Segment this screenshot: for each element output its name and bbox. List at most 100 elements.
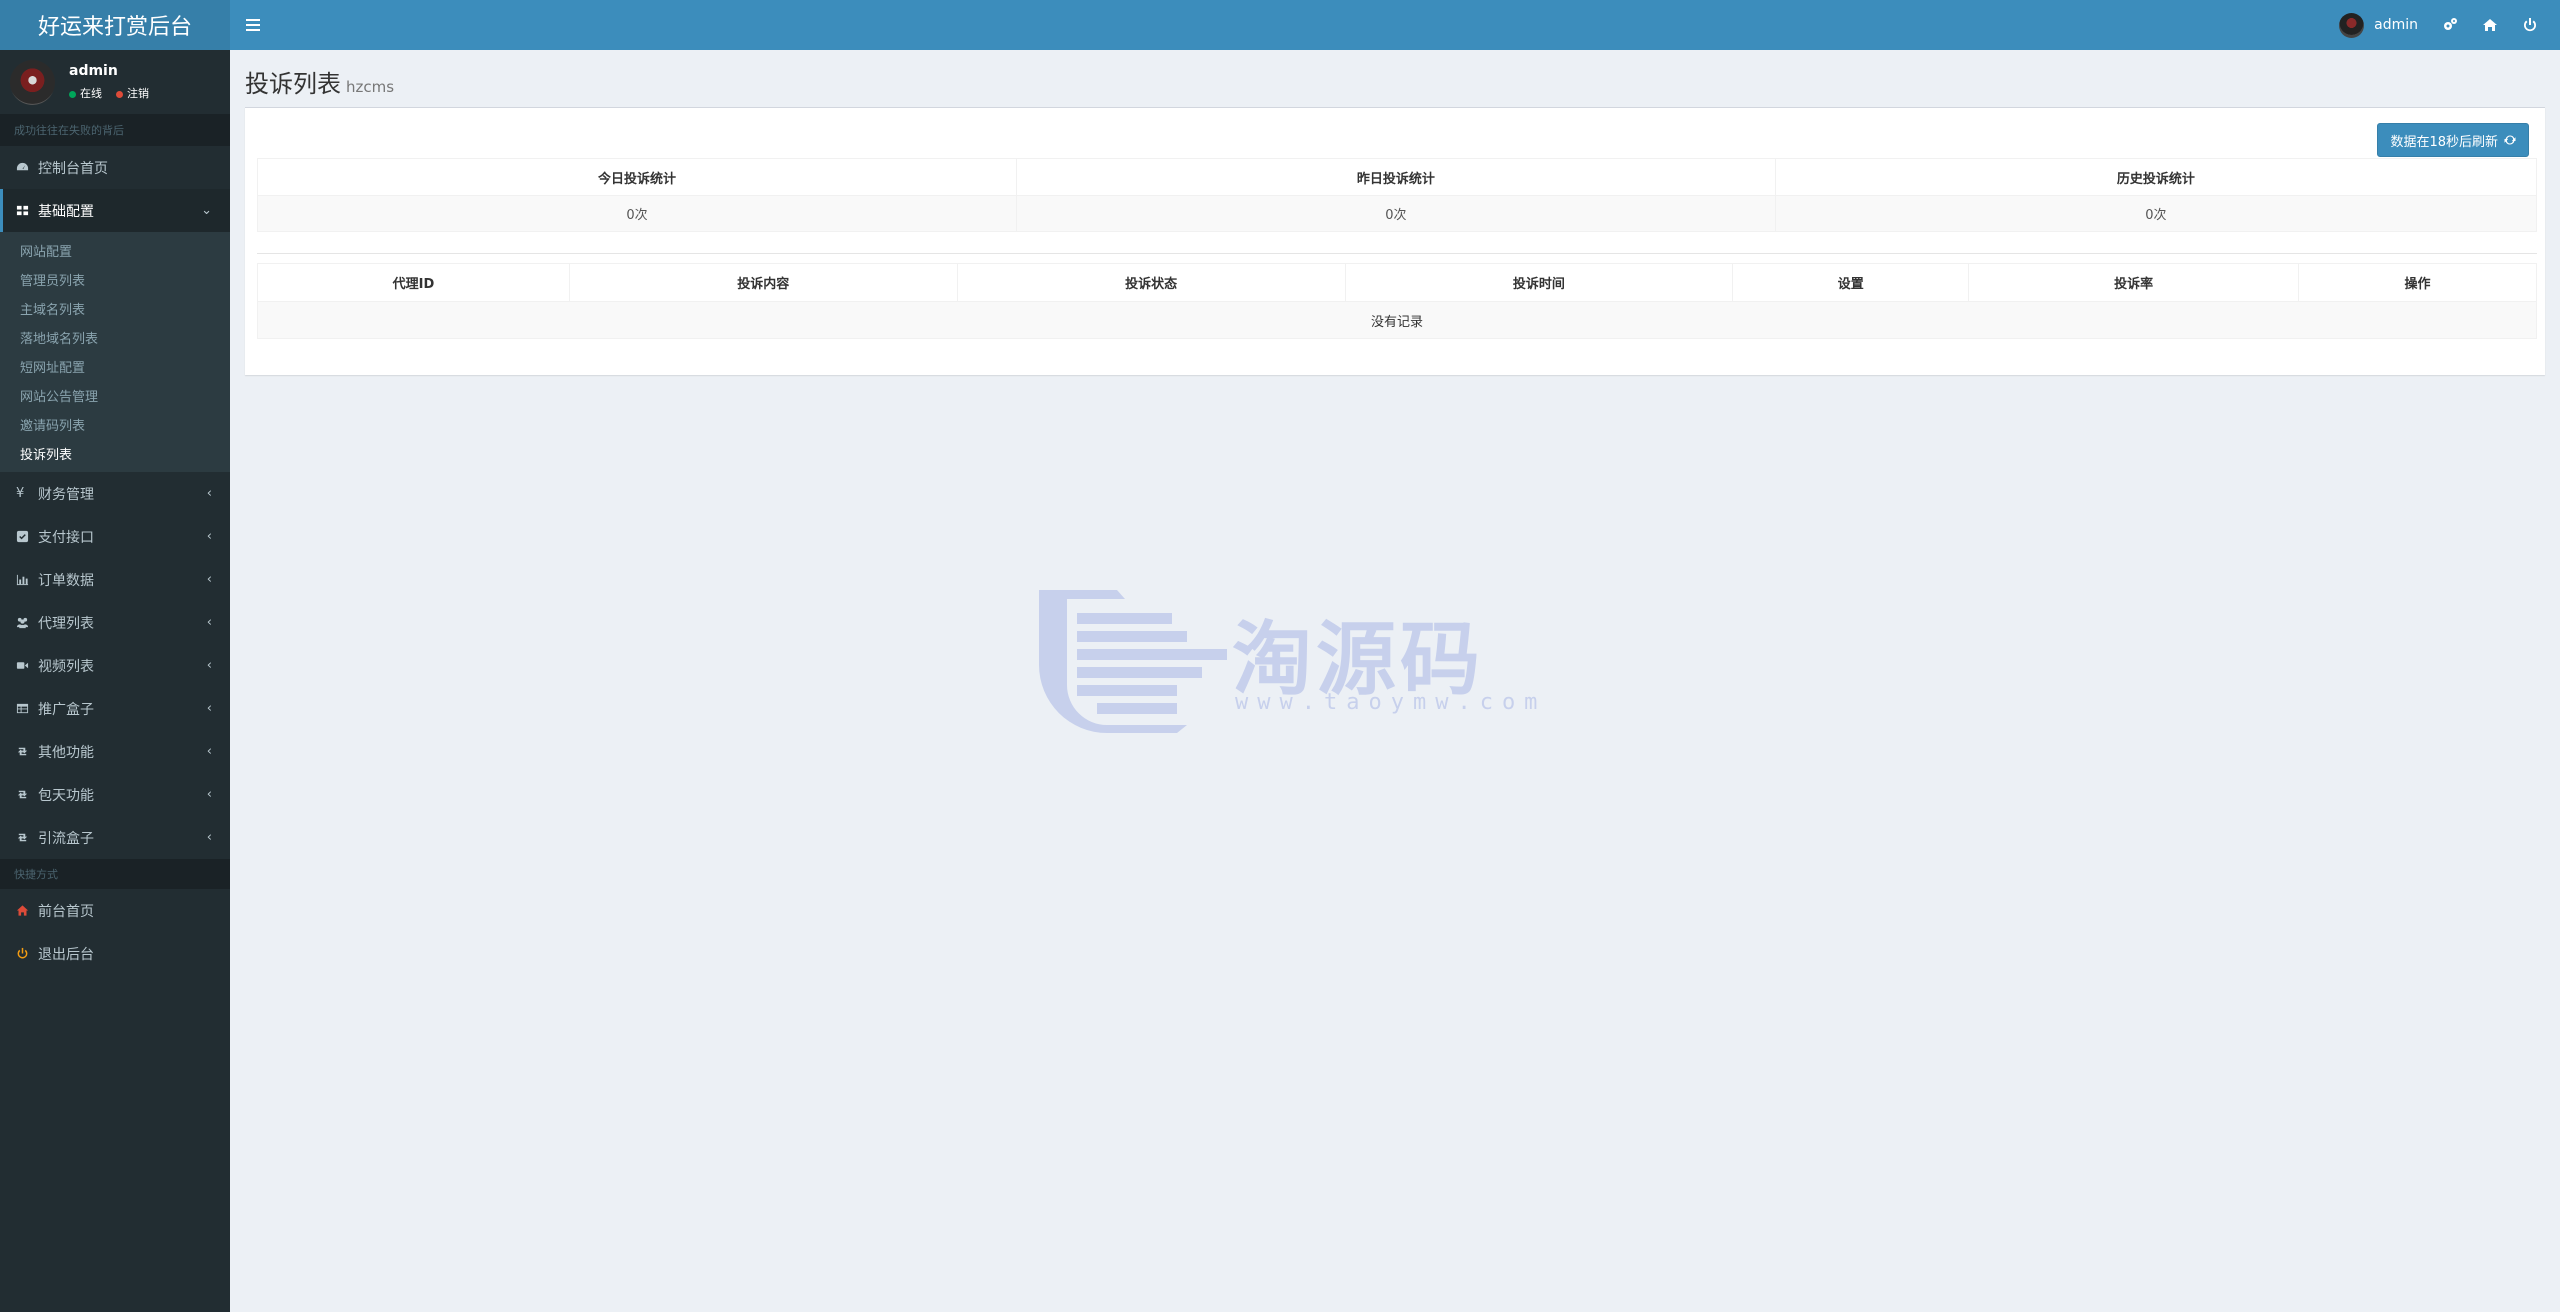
power-icon[interactable] bbox=[2510, 0, 2550, 50]
submenu-item-landing-domain[interactable]: 落地域名列表 bbox=[0, 323, 230, 352]
chevron-left-icon: ‹ bbox=[206, 701, 212, 716]
logout-label: 注销 bbox=[127, 87, 149, 100]
stats-table: 今日投诉统计 昨日投诉统计 历史投诉统计 0次 0次 0次 bbox=[257, 158, 2538, 232]
sidebar-item-logout[interactable]: 退出后台 bbox=[0, 932, 230, 975]
table-icon bbox=[16, 702, 30, 715]
chevron-left-icon: ‹ bbox=[206, 658, 212, 673]
stats-value-history: 0次 bbox=[1774, 195, 2538, 232]
chevron-left-icon: ‹ bbox=[206, 486, 212, 501]
dashboard-icon bbox=[16, 161, 30, 174]
column-header-status[interactable]: 投诉状态 bbox=[956, 263, 1346, 302]
sidebar-item-frontend-home[interactable]: 前台首页 bbox=[0, 889, 230, 932]
navbar: admin bbox=[230, 0, 2560, 50]
watermark-logo-icon bbox=[1039, 590, 1227, 733]
sidebar-item-label: 基础配置 bbox=[38, 203, 94, 220]
chevron-left-icon: ‹ bbox=[206, 830, 212, 845]
avatar bbox=[10, 59, 55, 105]
sidebar-motto: 成功往往在失败的背后 bbox=[0, 114, 230, 146]
sidebar-item-orders[interactable]: 订单数据 ‹ bbox=[0, 558, 230, 601]
chevron-left-icon: ‹ bbox=[206, 744, 212, 759]
chevron-left-icon: ‹ bbox=[206, 787, 212, 802]
stats-header-today: 今日投诉统计 bbox=[257, 158, 1017, 196]
empty-table-message: 没有记录 bbox=[257, 301, 2537, 339]
submenu-item-complaints[interactable]: 投诉列表 bbox=[0, 439, 230, 468]
sidebar-item-traffic-box[interactable]: 引流盒子 ‹ bbox=[0, 816, 230, 859]
submenu-item-admin-list[interactable]: 管理员列表 bbox=[0, 265, 230, 294]
payment-icon bbox=[16, 530, 30, 543]
user-menu-name: admin bbox=[2374, 17, 2418, 33]
sidebar-item-videos[interactable]: 视频列表 ‹ bbox=[0, 644, 230, 687]
submenu-item-main-domain[interactable]: 主域名列表 bbox=[0, 294, 230, 323]
chevron-left-icon: ‹ bbox=[206, 615, 212, 630]
divider bbox=[257, 253, 2537, 254]
sidebar-item-label: 推广盒子 bbox=[38, 701, 94, 718]
logout-dot-icon bbox=[116, 90, 123, 98]
page-title: 投诉列表 bbox=[245, 70, 341, 98]
column-header-rate[interactable]: 投诉率 bbox=[1968, 263, 2300, 302]
chevron-down-icon: ⌄ bbox=[201, 203, 212, 218]
table-row: 没有记录 bbox=[257, 301, 2537, 339]
home-icon[interactable] bbox=[2470, 0, 2510, 50]
users-icon bbox=[16, 616, 30, 629]
column-header-content[interactable]: 投诉内容 bbox=[568, 263, 958, 302]
submenu-item-invite-codes[interactable]: 邀请码列表 bbox=[0, 410, 230, 439]
complaints-table: 代理ID 投诉内容 投诉状态 投诉时间 设置 投诉率 操作 没有记录 bbox=[257, 263, 2537, 339]
table-header-row: 今日投诉统计 昨日投诉统计 历史投诉统计 bbox=[257, 158, 2538, 196]
logout-link[interactable]: 注销 bbox=[116, 85, 149, 101]
video-icon bbox=[16, 659, 30, 672]
navbar-right: admin bbox=[2327, 0, 2550, 50]
sidebar-item-basic-config[interactable]: 基础配置 ⌄ bbox=[0, 189, 230, 232]
page-subtitle: hzcms bbox=[346, 78, 395, 96]
status-online: 在线 bbox=[69, 85, 102, 101]
sidebar-item-finance[interactable]: ¥ 财务管理 ‹ bbox=[0, 472, 230, 515]
user-panel: admin 在线 注销 bbox=[0, 50, 230, 114]
column-header-actions[interactable]: 操作 bbox=[2298, 263, 2537, 302]
shortcuts-header: 快捷方式 bbox=[0, 859, 230, 889]
watermark: 淘源码 www.taoymw.com bbox=[1037, 585, 1537, 735]
sidebar-item-label: 退出后台 bbox=[38, 946, 94, 963]
sidebar-item-promo-box[interactable]: 推广盒子 ‹ bbox=[0, 687, 230, 730]
column-header-agent-id[interactable]: 代理ID bbox=[257, 263, 570, 302]
user-info: admin 在线 注销 bbox=[69, 63, 149, 101]
sidebar-item-other[interactable]: 其他功能 ‹ bbox=[0, 730, 230, 773]
sidebar-toggle-icon[interactable] bbox=[246, 13, 276, 37]
sidebar-item-agents[interactable]: 代理列表 ‹ bbox=[0, 601, 230, 644]
chevron-left-icon: ‹ bbox=[206, 529, 212, 544]
refresh-button[interactable]: 数据在18秒后刷新 bbox=[2377, 123, 2529, 157]
main-box: 数据在18秒后刷新 今日投诉统计 昨日投诉统计 历史投诉统计 0次 0次 0次 … bbox=[245, 107, 2545, 375]
column-header-settings[interactable]: 设置 bbox=[1732, 263, 1970, 302]
submenu-item-site-config[interactable]: 网站配置 bbox=[0, 236, 230, 265]
stats-header-yesterday: 昨日投诉统计 bbox=[1015, 158, 1776, 196]
app-logo[interactable]: 好运来打赏后台 bbox=[0, 0, 230, 50]
yen-icon: ¥ bbox=[16, 486, 25, 501]
sidebar-item-label: 其他功能 bbox=[38, 744, 94, 761]
retweet-icon bbox=[16, 831, 30, 844]
submenu-item-short-url[interactable]: 短网址配置 bbox=[0, 352, 230, 381]
user-menu[interactable]: admin bbox=[2327, 0, 2430, 50]
retweet-icon bbox=[16, 788, 30, 801]
sidebar-item-label: 前台首页 bbox=[38, 903, 94, 920]
watermark-url: www.taoymw.com bbox=[1235, 690, 1547, 715]
sidebar-item-payment[interactable]: 支付接口 ‹ bbox=[0, 515, 230, 558]
sidebar-item-label: 引流盒子 bbox=[38, 830, 94, 847]
sidebar-item-label: 支付接口 bbox=[38, 529, 94, 546]
sidebar-item-dashboard[interactable]: 控制台首页 bbox=[0, 146, 230, 189]
sidebar-item-label: 视频列表 bbox=[38, 658, 94, 675]
content-header: 投诉列表 hzcms bbox=[230, 50, 2560, 106]
sidebar-item-daily[interactable]: 包天功能 ‹ bbox=[0, 773, 230, 816]
refresh-icon bbox=[2504, 135, 2516, 145]
retweet-icon bbox=[16, 745, 30, 758]
column-header-time[interactable]: 投诉时间 bbox=[1344, 263, 1734, 302]
sidebar-item-label: 代理列表 bbox=[38, 615, 94, 632]
stats-value-today: 0次 bbox=[257, 195, 1017, 232]
cogs-icon[interactable] bbox=[2430, 0, 2470, 50]
user-name: admin bbox=[69, 63, 118, 79]
stats-value-yesterday: 0次 bbox=[1015, 195, 1776, 232]
submenu-basic-config: 网站配置 管理员列表 主域名列表 落地域名列表 短网址配置 网站公告管理 邀请码… bbox=[0, 232, 230, 472]
sidebar-item-label: 控制台首页 bbox=[38, 160, 108, 177]
submenu-item-announcements[interactable]: 网站公告管理 bbox=[0, 381, 230, 410]
online-dot-icon bbox=[69, 90, 76, 98]
table-header-row: 代理ID 投诉内容 投诉状态 投诉时间 设置 投诉率 操作 bbox=[257, 263, 2537, 302]
user-status: 在线 注销 bbox=[69, 85, 149, 101]
sidebar-item-label: 包天功能 bbox=[38, 787, 94, 804]
